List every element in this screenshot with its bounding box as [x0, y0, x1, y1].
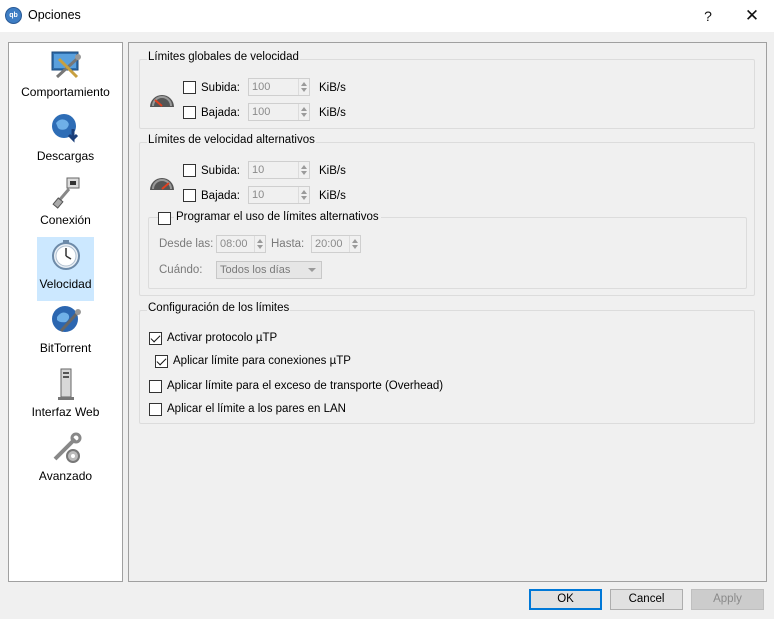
spinbox-value: 100 — [252, 106, 271, 118]
lan-checkbox[interactable] — [149, 403, 162, 416]
alt-upload-spinbox[interactable]: 10 — [248, 161, 310, 179]
title-bar: qb Opciones ? ✕ — [0, 0, 774, 32]
schedule-group: Programar el uso de límites alternativos… — [148, 211, 747, 289]
alt-limits-group: Límites de velocidad alternativos Subida… — [139, 134, 755, 296]
spinbox-value: 10 — [252, 164, 265, 176]
help-button[interactable]: ? — [688, 0, 728, 32]
sidebar-item-label: Interfaz Web — [31, 405, 100, 419]
group-title: Límites globales de velocidad — [147, 51, 300, 63]
spinbox-value: 100 — [252, 81, 271, 93]
global-download-unit: KiB/s — [319, 107, 346, 119]
alt-download-label: Bajada: — [201, 190, 241, 202]
alt-download-spinbox[interactable]: 10 — [248, 186, 310, 204]
sidebar-item-label: Descargas — [36, 149, 95, 163]
lan-label: Aplicar el límite a los pares en LAN — [167, 403, 346, 415]
cancel-button[interactable]: Cancel — [610, 589, 683, 610]
sidebar-item-advanced[interactable]: Avanzado — [9, 429, 122, 493]
qbittorrent-logo-icon: qb — [5, 7, 22, 24]
schedule-checkbox[interactable] — [158, 212, 171, 225]
global-download-checkbox[interactable] — [183, 106, 196, 119]
global-upload-unit: KiB/s — [319, 82, 346, 94]
sidebar-item-connection[interactable]: Conexión — [9, 173, 122, 237]
sidebar-item-downloads[interactable]: Descargas — [9, 109, 122, 173]
global-upload-checkbox[interactable] — [183, 81, 196, 94]
sidebar-item-webui[interactable]: Interfaz Web — [9, 365, 122, 429]
connection-icon — [51, 177, 79, 209]
advanced-icon — [53, 432, 81, 463]
sidebar-item-speed[interactable]: Velocidad — [37, 237, 94, 301]
ok-button[interactable]: OK — [529, 589, 602, 610]
sidebar-item-behavior[interactable]: Comportamiento — [9, 45, 122, 109]
webui-icon — [57, 368, 74, 400]
spinbox-value: 08:00 — [220, 238, 248, 250]
alt-speedometer-icon — [150, 178, 174, 190]
utp-label: Activar protocolo µTP — [167, 332, 278, 344]
spinbox-value: 10 — [252, 189, 265, 201]
utp-checkbox[interactable] — [149, 332, 162, 345]
close-button[interactable]: ✕ — [732, 0, 772, 32]
alt-download-unit: KiB/s — [319, 190, 346, 202]
schedule-label: Programar el uso de límites alternativos — [174, 211, 381, 223]
spinbox-value: 20:00 — [315, 238, 343, 250]
spin-arrows-icon — [254, 236, 265, 252]
from-time-spinbox[interactable]: 08:00 — [216, 235, 266, 253]
overhead-checkbox[interactable] — [149, 380, 162, 393]
chevron-down-icon — [308, 268, 316, 272]
behavior-icon — [51, 51, 81, 79]
speed-icon — [51, 240, 80, 270]
group-title: Límites de velocidad alternativos — [147, 134, 316, 146]
spin-arrows-icon — [298, 104, 309, 120]
sidebar-item-label: Comportamiento — [21, 85, 110, 99]
utp-limit-checkbox[interactable] — [155, 355, 168, 368]
to-label: Hasta: — [271, 238, 305, 250]
bittorrent-icon — [51, 306, 81, 333]
apply-button[interactable]: Apply — [691, 589, 764, 610]
alt-upload-checkbox[interactable] — [183, 164, 196, 177]
alt-upload-unit: KiB/s — [319, 165, 346, 177]
global-upload-spinbox[interactable]: 100 — [248, 78, 310, 96]
sidebar-item-bittorrent[interactable]: BitTorrent — [9, 301, 122, 365]
window-title: Opciones — [28, 8, 81, 22]
downloads-icon — [51, 114, 78, 143]
global-upload-label: Subida: — [201, 82, 241, 94]
spin-arrows-icon — [349, 236, 360, 252]
options-sidebar: Comportamiento Descargas Conexión Veloci… — [8, 42, 123, 582]
when-dropdown[interactable]: Todos los días — [216, 261, 322, 279]
dropdown-value: Todos los días — [220, 264, 291, 276]
sidebar-item-label: Avanzado — [38, 469, 93, 483]
global-download-label: Bajada: — [201, 107, 241, 119]
spin-arrows-icon — [298, 79, 309, 95]
global-limits-group: Límites globales de velocidad Subida: 10… — [139, 51, 755, 129]
global-download-spinbox[interactable]: 100 — [248, 103, 310, 121]
limits-config-group: Configuración de los límites Activar pro… — [139, 302, 755, 424]
speedometer-icon — [150, 95, 174, 107]
overhead-label: Aplicar límite para el exceso de transpo… — [167, 380, 444, 392]
sidebar-item-label: Velocidad — [39, 277, 92, 291]
speed-settings-panel: Límites globales de velocidad Subida: 10… — [128, 42, 767, 582]
spin-arrows-icon — [298, 162, 309, 178]
sidebar-item-label: BitTorrent — [39, 341, 92, 355]
utp-limit-label: Aplicar límite para conexiones µTP — [173, 355, 351, 367]
when-label: Cuándo: — [159, 264, 203, 276]
group-title: Configuración de los límites — [147, 302, 291, 314]
spin-arrows-icon — [298, 187, 309, 203]
alt-download-checkbox[interactable] — [183, 189, 196, 202]
sidebar-item-label: Conexión — [40, 213, 91, 227]
from-label: Desde las: — [159, 238, 214, 250]
to-time-spinbox[interactable]: 20:00 — [311, 235, 361, 253]
alt-upload-label: Subida: — [201, 165, 241, 177]
